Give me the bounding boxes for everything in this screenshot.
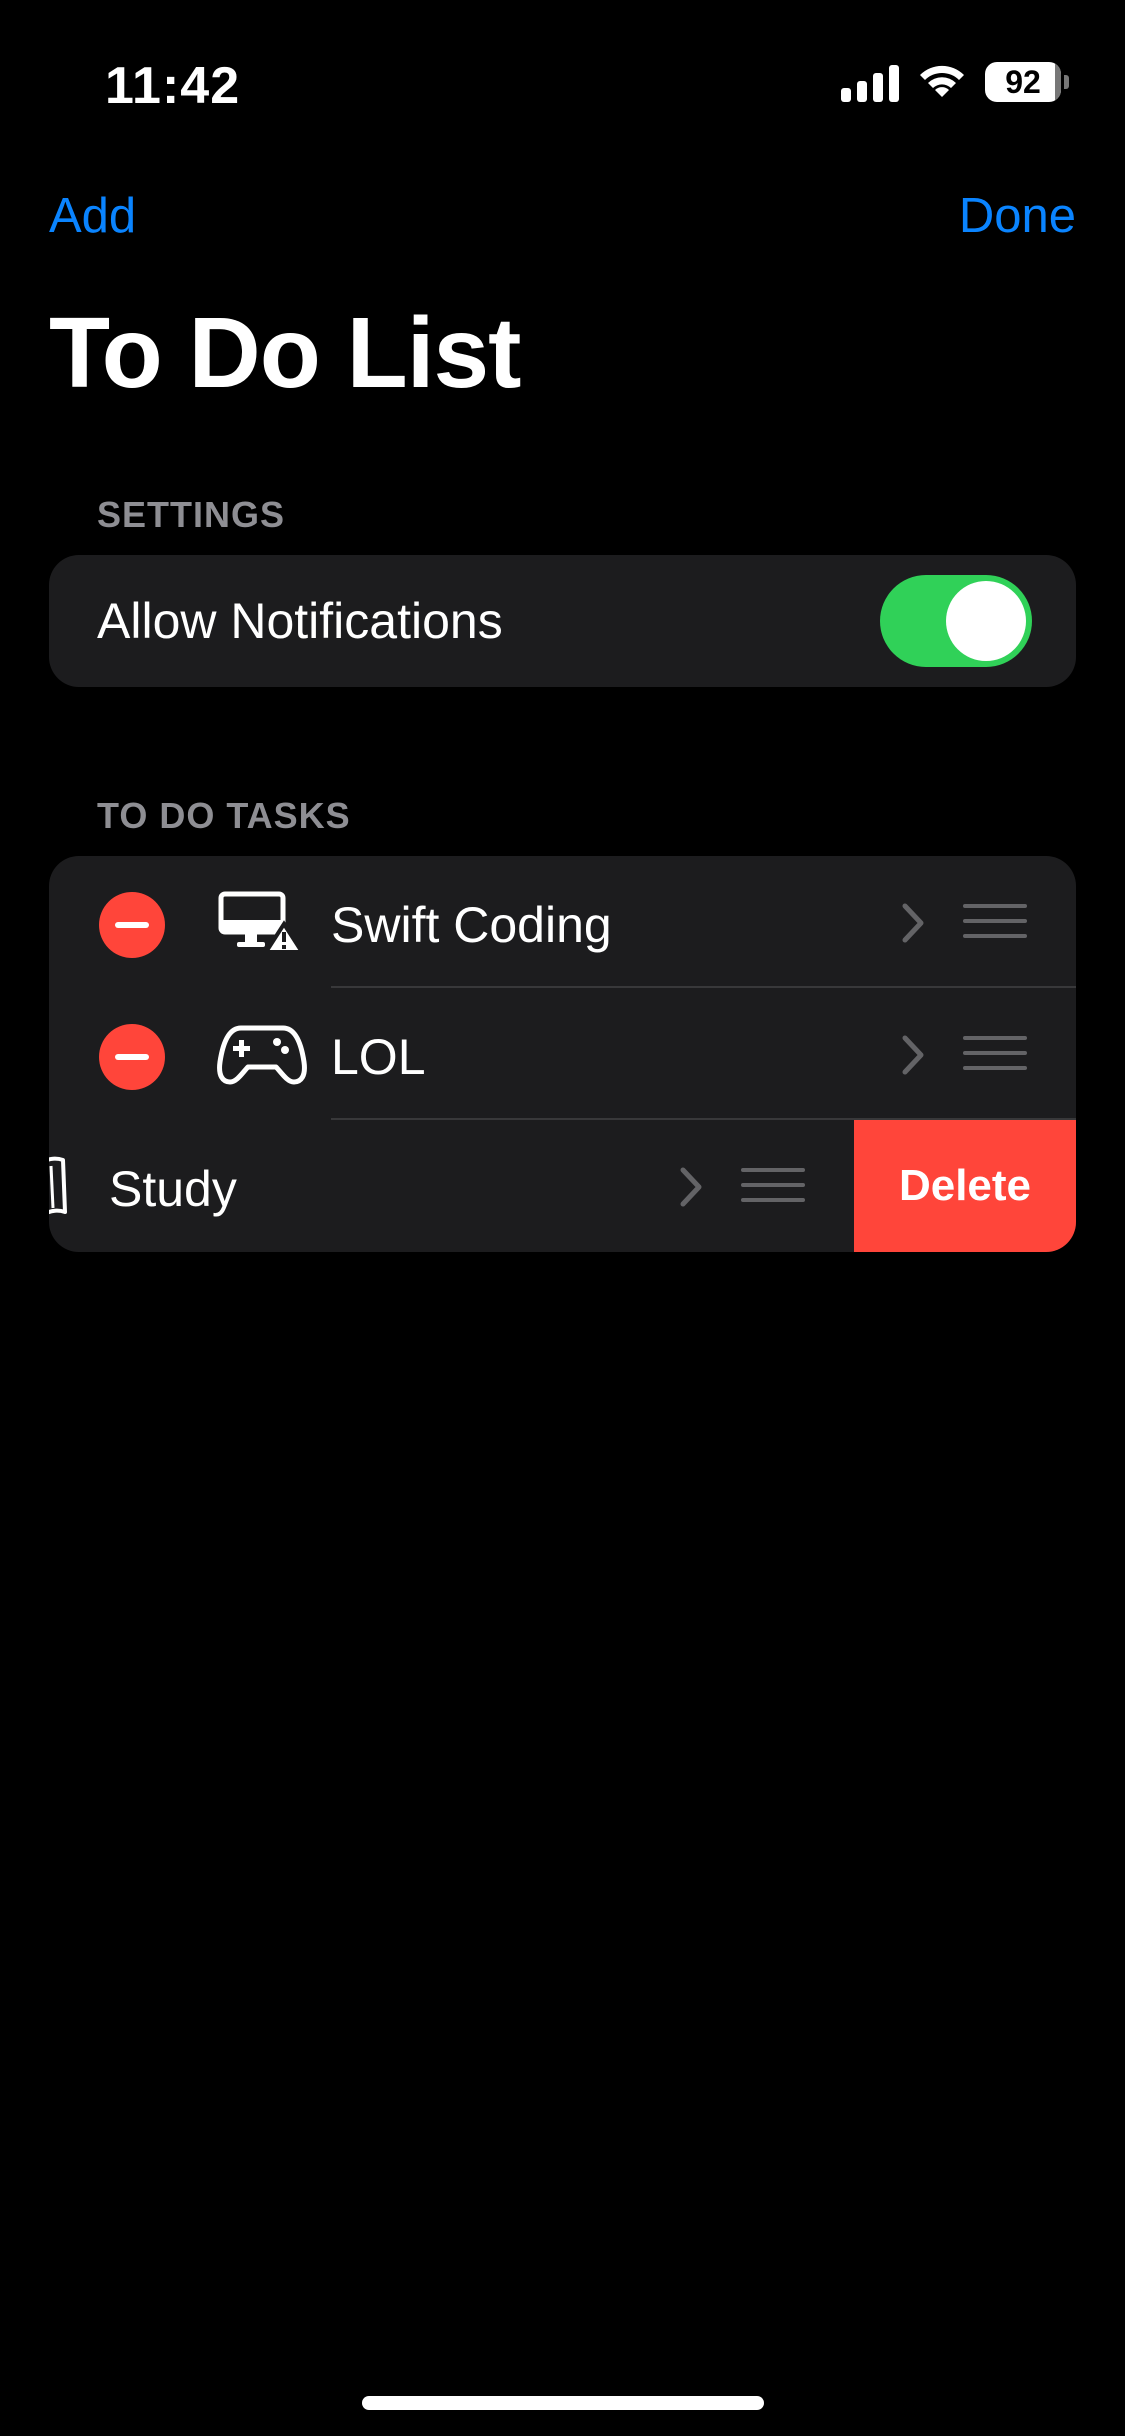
done-button[interactable]: Done [959,188,1076,244]
desktop-warning-icon [218,891,306,954]
battery-icon: 92 [985,62,1069,102]
tasks-section-header: TO DO TASKS [97,795,351,836]
toggle-knob [946,581,1026,661]
task-row-study[interactable]: Study Delete [49,1120,1076,1252]
delete-button[interactable]: Delete [854,1120,1076,1252]
chevron-right-icon[interactable] [900,1033,926,1077]
allow-notifications-label: Allow Notifications [97,593,503,649]
task-row-swift-coding[interactable]: Swift Coding [49,856,1076,988]
settings-section-header: SETTINGS [97,494,286,535]
gamecontroller-icon [217,1025,307,1085]
page-title: To Do List [49,297,521,409]
remove-task-button[interactable] [99,892,165,958]
reorder-handle-icon[interactable] [741,1168,805,1204]
status-time: 11:42 [105,57,241,115]
swiped-row-content[interactable]: Study [49,1120,854,1252]
task-label: Swift Coding [331,897,612,953]
chevron-right-icon[interactable] [678,1165,704,1209]
home-indicator[interactable] [362,2396,764,2410]
tasks-group: Swift Coding LOL Study Delete [49,856,1076,1252]
task-row-lol[interactable]: LOL [49,988,1076,1120]
chevron-right-icon[interactable] [900,901,926,945]
allow-notifications-toggle[interactable] [880,575,1032,667]
add-button[interactable]: Add [49,188,136,244]
book-icon [49,1156,67,1215]
status-icons: 92 [841,62,1069,102]
cellular-signal-icon [841,62,899,102]
remove-task-button[interactable] [99,1024,165,1090]
reorder-handle-icon[interactable] [963,904,1027,940]
reorder-handle-icon[interactable] [963,1036,1027,1072]
wifi-icon [920,65,964,97]
allow-notifications-row: Allow Notifications [49,555,1076,687]
settings-group: Allow Notifications [49,555,1076,687]
battery-percent: 92 [1005,63,1041,100]
task-label: Study [109,1161,237,1217]
task-label: LOL [331,1029,426,1085]
status-bar: 11:42 92 [0,0,1125,160]
